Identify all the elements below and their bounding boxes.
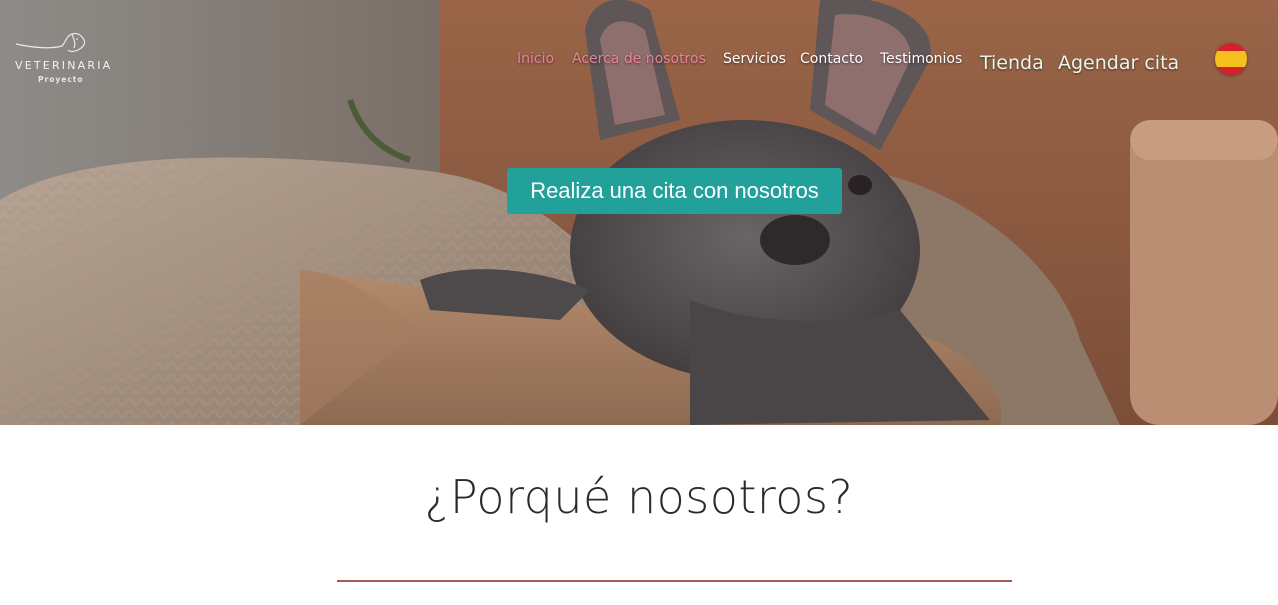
- nav-item-testimonios[interactable]: Testimonios: [880, 51, 962, 67]
- section-divider: [337, 580, 1012, 582]
- hero-banner: VETERINARIA Proyecto Inicio Acerca de no…: [0, 0, 1278, 425]
- nav-item-acerca[interactable]: Acerca de nosotros: [572, 51, 706, 67]
- section-title: ¿Porqué nosotros?: [424, 470, 854, 524]
- nav-item-agendar-cita[interactable]: Agendar cita: [1058, 52, 1179, 74]
- main-nav: Inicio Acerca de nosotros Servicios Cont…: [0, 50, 1278, 80]
- nav-item-inicio[interactable]: Inicio: [517, 51, 554, 67]
- nav-item-servicios[interactable]: Servicios: [723, 51, 786, 67]
- nav-item-contacto[interactable]: Contacto: [800, 51, 863, 67]
- book-appointment-button[interactable]: Realiza una cita con nosotros: [507, 168, 842, 214]
- spain-flag-icon[interactable]: [1215, 43, 1247, 75]
- nav-item-tienda[interactable]: Tienda: [980, 52, 1044, 74]
